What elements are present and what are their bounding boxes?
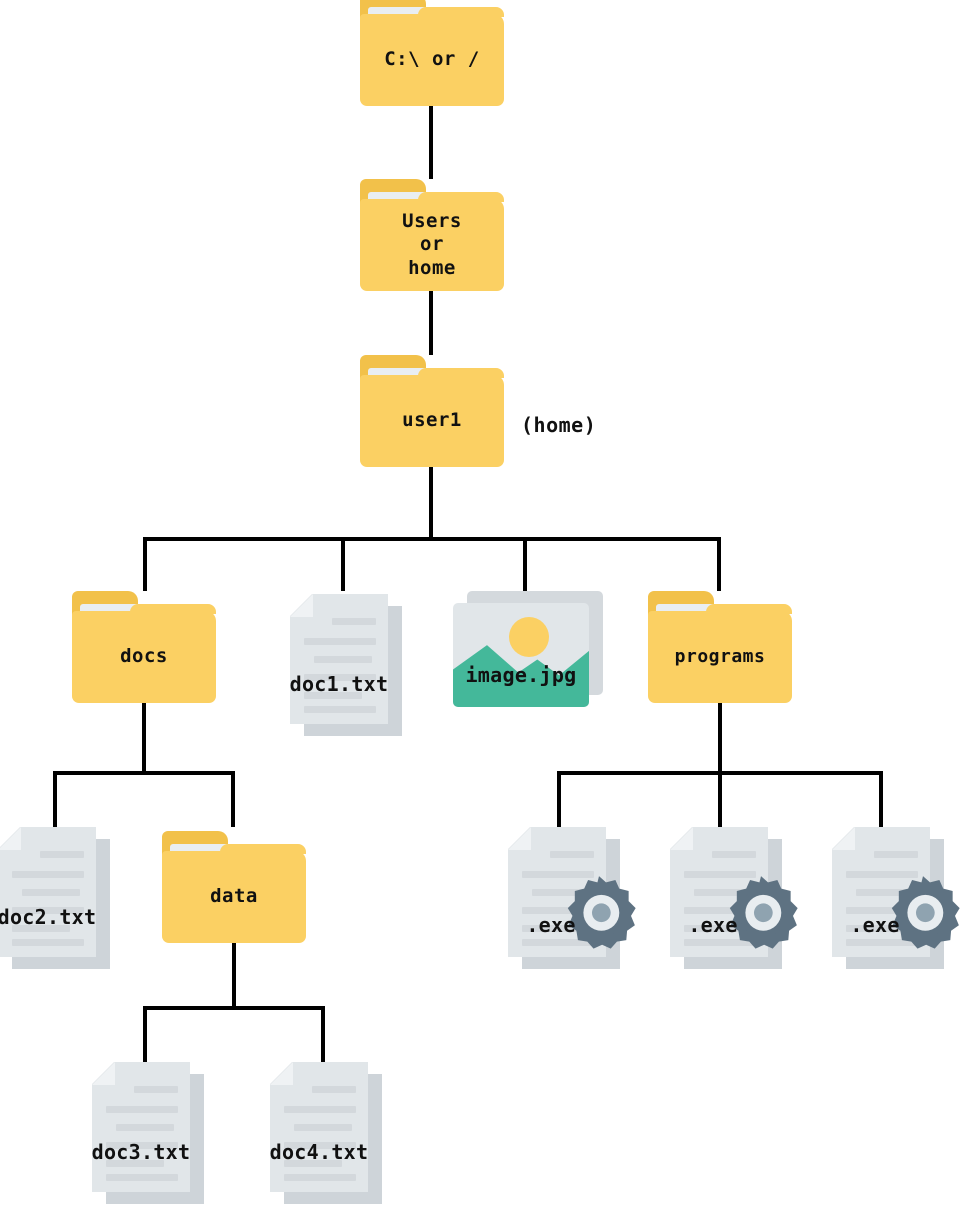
folder-node-root[interactable]: C:\ or /	[360, 0, 504, 106]
gear-icon	[567, 876, 636, 949]
document-text-line	[314, 656, 372, 663]
document-text-line	[284, 1174, 356, 1181]
connector-drop-doc1	[341, 537, 345, 591]
sun-icon	[509, 617, 549, 657]
image-label: image.jpg	[465, 663, 577, 687]
document-label: doc2.txt	[0, 905, 97, 929]
document-text-line	[304, 638, 376, 645]
connector-programs-stem	[718, 703, 722, 773]
document-fold-icon	[832, 827, 855, 850]
folder-label: C:\ or /	[384, 48, 480, 71]
connector-root-users	[429, 106, 433, 179]
document-fold-icon	[0, 827, 21, 850]
document-node-doc4[interactable]: doc4.txt	[270, 1062, 382, 1204]
document-text-line	[874, 851, 918, 858]
connector-user1-stem	[429, 467, 433, 540]
document-text-line	[40, 851, 84, 858]
folder-label: docs	[120, 645, 168, 668]
connector-drop-exe1	[557, 771, 561, 827]
document-text-line	[312, 1086, 356, 1093]
connector-docs-stem	[142, 703, 146, 773]
file-tree-diagram: C:\ or / Users or home user1 (home) docs…	[0, 0, 972, 1206]
connector-docs-bar	[53, 771, 235, 775]
folder-node-users[interactable]: Users or home	[360, 179, 504, 291]
connector-drop-doc2	[53, 771, 57, 827]
executable-label: .exe	[688, 913, 738, 937]
document-text-line	[712, 851, 756, 858]
document-node-doc1[interactable]: doc1.txt	[290, 594, 402, 736]
document-fold-icon	[670, 827, 693, 850]
connector-data-stem	[232, 943, 236, 1010]
document-fold-icon	[290, 594, 313, 617]
connector-user1-bar	[143, 537, 721, 541]
document-text-line	[116, 1124, 174, 1131]
connector-drop-exe2	[718, 771, 722, 827]
document-label: doc4.txt	[269, 1140, 369, 1164]
executable-label: .exe	[850, 913, 900, 937]
folder-label: programs	[674, 646, 766, 668]
document-label: doc1.txt	[289, 672, 389, 696]
document-text-line	[106, 1174, 178, 1181]
document-fold-icon	[508, 827, 531, 850]
connector-users-user1	[429, 291, 433, 355]
image-node-imagejpg[interactable]: image.jpg	[453, 591, 603, 719]
document-text-line	[332, 618, 376, 625]
folder-label: user1	[402, 409, 462, 432]
connector-drop-image	[523, 537, 527, 591]
document-node-doc2[interactable]: doc2.txt	[0, 827, 110, 969]
connector-drop-doc4	[321, 1006, 325, 1062]
connector-drop-doc3	[143, 1006, 147, 1062]
connector-drop-programs	[717, 537, 721, 591]
document-text-line	[12, 871, 84, 878]
executable-label: .exe	[526, 913, 576, 937]
document-text-line	[284, 1106, 356, 1113]
folder-node-programs[interactable]: programs	[648, 591, 792, 703]
executable-node-exe3[interactable]: .exe	[832, 827, 960, 969]
connector-drop-exe3	[879, 771, 883, 827]
folder-node-data[interactable]: data	[162, 831, 306, 943]
document-label: doc3.txt	[91, 1140, 191, 1164]
document-text-line	[134, 1086, 178, 1093]
folder-node-docs[interactable]: docs	[72, 591, 216, 703]
document-text-line	[22, 889, 80, 896]
document-text-line	[294, 1124, 352, 1131]
connector-drop-data	[231, 771, 235, 827]
gear-icon	[729, 876, 798, 949]
folder-label: data	[210, 885, 258, 908]
folder-node-user1[interactable]: user1	[360, 355, 504, 467]
document-text-line	[550, 851, 594, 858]
executable-node-exe1[interactable]: .exe	[508, 827, 636, 969]
document-text-line	[304, 706, 376, 713]
image-front-card-icon	[453, 603, 589, 707]
executable-node-exe2[interactable]: .exe	[670, 827, 798, 969]
connector-data-bar	[143, 1006, 325, 1010]
gear-icon	[891, 876, 960, 949]
document-text-line	[12, 939, 84, 946]
connector-drop-docs	[143, 537, 147, 591]
document-node-doc3[interactable]: doc3.txt	[92, 1062, 204, 1204]
document-text-line	[106, 1106, 178, 1113]
folder-label: Users or home	[402, 210, 462, 279]
annotation-home: (home)	[521, 413, 597, 437]
